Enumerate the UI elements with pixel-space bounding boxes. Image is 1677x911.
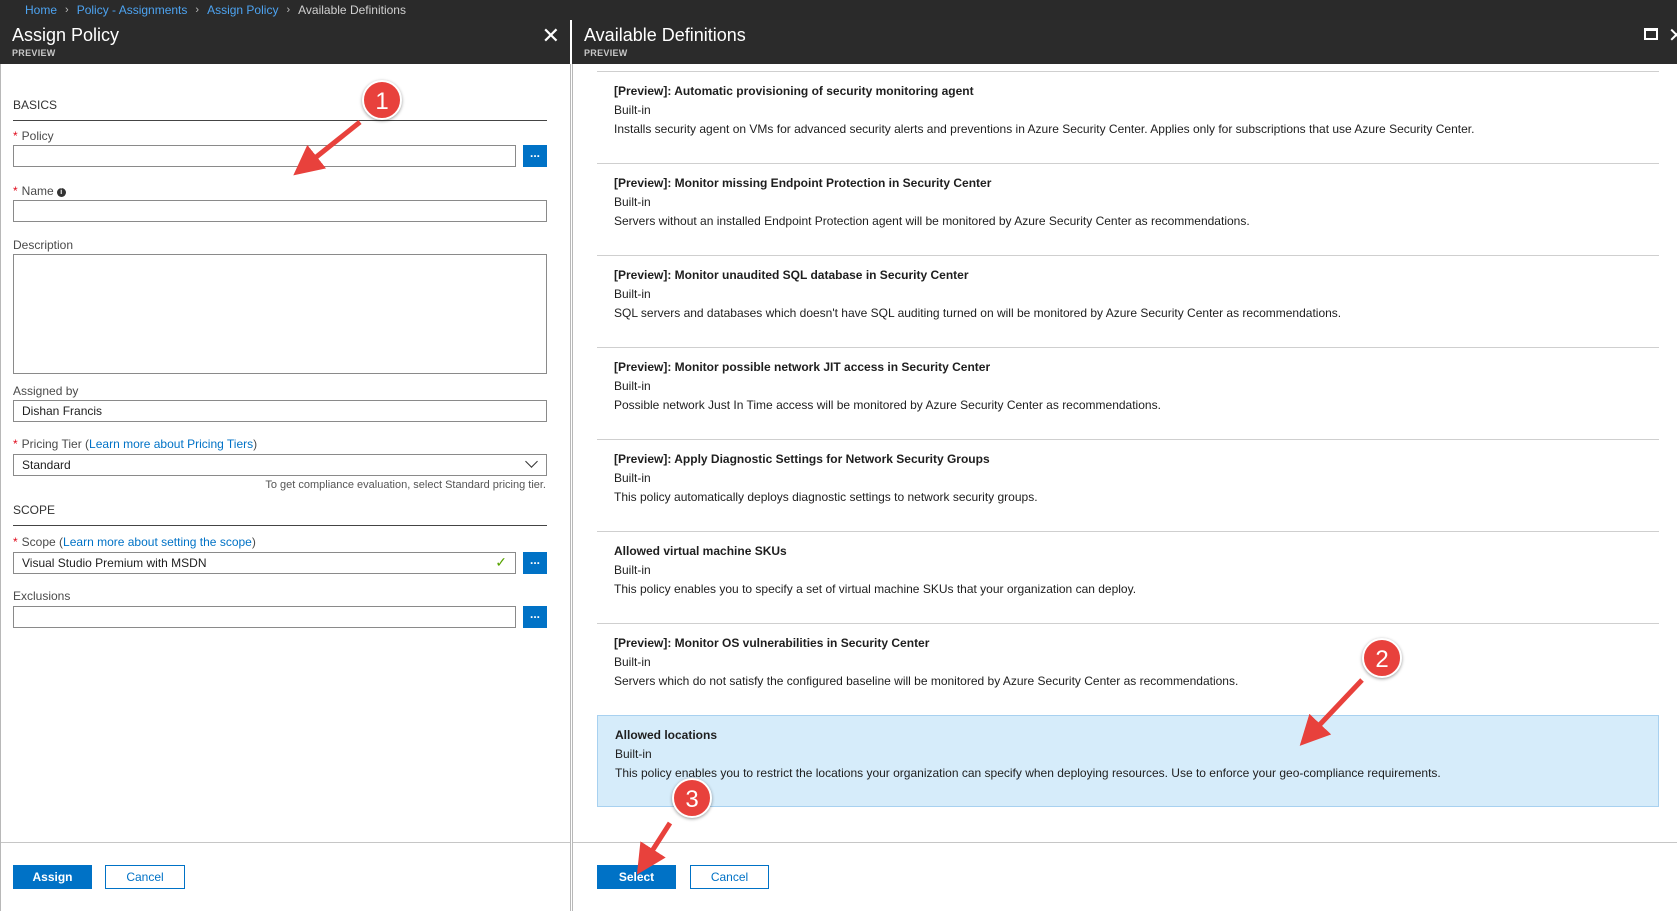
- select-button[interactable]: Select: [597, 865, 676, 889]
- pricing-tier-value: Standard: [22, 458, 71, 472]
- available-definitions-header: Available Definitions PREVIEW ✕: [572, 20, 1677, 64]
- assign-button[interactable]: Assign: [13, 865, 92, 889]
- scope-learn-more-link[interactable]: Learn more about setting the scope: [63, 535, 252, 549]
- scope-browse-button[interactable]: ...: [523, 552, 547, 574]
- exclusions-input[interactable]: [13, 606, 516, 628]
- definition-type: Built-in: [614, 195, 651, 209]
- exclusions-label: Exclusions: [13, 589, 71, 603]
- definition-type: Built-in: [614, 287, 651, 301]
- blade-title: Assign Policy: [12, 25, 120, 45]
- definition-description: This policy automatically deploys diagno…: [614, 490, 1038, 504]
- definition-description: Installs security agent on VMs for advan…: [614, 122, 1475, 136]
- name-label: * Name i: [13, 184, 66, 198]
- policy-input[interactable]: [13, 145, 516, 167]
- scope-value: Visual Studio Premium with MSDN: [22, 556, 207, 570]
- definition-list-item[interactable]: [Preview]: Monitor OS vulnerabilities in…: [597, 623, 1659, 715]
- exclusions-browse-button[interactable]: ...: [523, 606, 547, 628]
- checkmark-icon: ✓: [495, 554, 507, 570]
- required-marker: *: [13, 129, 18, 143]
- definition-type: Built-in: [614, 471, 651, 485]
- scope-input[interactable]: Visual Studio Premium with MSDN ✓: [13, 552, 516, 574]
- azure-portal-screen: Home › Policy - Assignments › Assign Pol…: [0, 0, 1677, 911]
- definition-type: Built-in: [614, 379, 651, 393]
- annotation-badge-2: 2: [1362, 638, 1402, 678]
- definition-title: Allowed virtual machine SKUs: [614, 544, 787, 558]
- breadcrumb-policy-assignments[interactable]: Policy - Assignments: [77, 3, 188, 17]
- definition-list-item[interactable]: [Preview]: Monitor unaudited SQL databas…: [597, 255, 1659, 347]
- chevron-down-icon: [525, 455, 538, 468]
- name-input[interactable]: [13, 200, 547, 222]
- definition-title: [Preview]: Monitor possible network JIT …: [614, 360, 991, 374]
- assign-policy-header: Assign Policy PREVIEW ✕: [0, 20, 570, 64]
- definition-list-item[interactable]: [Preview]: Apply Diagnostic Settings for…: [597, 439, 1659, 531]
- scope-heading: SCOPE: [13, 503, 56, 517]
- definition-title: [Preview]: Monitor OS vulnerabilities in…: [614, 636, 930, 650]
- section-divider: [13, 120, 547, 121]
- definition-list-item[interactable]: Allowed locations Built-in This policy ena…: [597, 715, 1659, 807]
- definition-type: Built-in: [614, 563, 651, 577]
- chevron-right-icon: ›: [195, 4, 200, 16]
- chevron-right-icon: ›: [286, 4, 291, 16]
- definitions-list: [Preview]: Automatic provisioning of sec…: [597, 71, 1659, 807]
- definition-list-item[interactable]: Allowed virtual machine SKUs Built-in This…: [597, 531, 1659, 623]
- assigned-by-label: Assigned by: [13, 384, 79, 398]
- pricing-tier-learn-more-link[interactable]: Learn more about Pricing Tiers: [89, 437, 253, 451]
- definition-list-item[interactable]: [Preview]: Monitor possible network JIT …: [597, 347, 1659, 439]
- annotation-badge-1: 1: [362, 80, 402, 120]
- chevron-right-icon: ›: [65, 4, 69, 16]
- section-divider: [13, 525, 547, 526]
- breadcrumb-assign-policy[interactable]: Assign Policy: [207, 3, 278, 17]
- definition-title: [Preview]: Monitor unaudited SQL databas…: [614, 268, 969, 282]
- description-label: Description: [13, 238, 74, 252]
- scope-label: * Scope (Learn more about setting the sco…: [13, 535, 256, 549]
- definition-list-item[interactable]: [Preview]: Automatic provisioning of sec…: [597, 71, 1659, 163]
- description-textarea[interactable]: [13, 254, 547, 374]
- assign-policy-blade: BASICS * Policy ... * Name i Description As…: [0, 64, 571, 911]
- definition-description: This policy enables you to specify a set…: [614, 582, 1137, 596]
- breadcrumb-current: Available Definitions: [298, 3, 406, 17]
- pricing-tier-dropdown[interactable]: Standard: [13, 454, 547, 476]
- close-icon[interactable]: ✕: [542, 24, 560, 48]
- blade-title: Available Definitions: [584, 25, 746, 45]
- definition-title: Allowed locations: [615, 728, 718, 742]
- pricing-tier-label: * Pricing Tier (Learn more about Pricing …: [13, 437, 258, 451]
- policy-browse-button[interactable]: ...: [523, 145, 547, 167]
- annotation-badge-3: 3: [672, 778, 712, 818]
- required-marker: *: [13, 535, 18, 549]
- required-marker: *: [13, 184, 18, 198]
- blade-subtitle: PREVIEW: [12, 48, 56, 58]
- footer-divider: [573, 842, 1677, 843]
- definition-type: Built-in: [614, 655, 651, 669]
- definition-title: [Preview]: Monitor missing Endpoint Prot…: [614, 176, 992, 190]
- definition-description: Servers without an installed Endpoint Pr…: [614, 214, 1250, 228]
- definition-description: Possible network Just In Time access wil…: [614, 398, 1161, 412]
- definition-description: This policy enables you to restrict the …: [615, 766, 1441, 780]
- definition-type: Built-in: [614, 103, 651, 117]
- breadcrumb-home[interactable]: Home: [25, 3, 57, 17]
- breadcrumb: Home › Policy - Assignments › Assign Pol…: [0, 0, 1677, 20]
- available-definitions-blade: [Preview]: Automatic provisioning of sec…: [572, 64, 1677, 911]
- cancel-button[interactable]: Cancel: [690, 865, 769, 889]
- cancel-button[interactable]: Cancel: [105, 865, 185, 889]
- policy-label: * Policy: [13, 129, 54, 143]
- pricing-tier-hint: To get compliance evaluation, select Sta…: [265, 479, 546, 491]
- definition-title: [Preview]: Automatic provisioning of sec…: [614, 84, 974, 98]
- maximize-icon[interactable]: [1644, 28, 1658, 40]
- definition-title: [Preview]: Apply Diagnostic Settings for…: [614, 452, 990, 466]
- definition-list-item[interactable]: [Preview]: Monitor missing Endpoint Prot…: [597, 163, 1659, 255]
- blade-subtitle: PREVIEW: [584, 48, 628, 58]
- basics-heading: BASICS: [13, 98, 58, 112]
- close-icon[interactable]: ✕: [1668, 24, 1677, 48]
- definition-description: SQL servers and databases which doesn't …: [614, 306, 1342, 320]
- assigned-by-input[interactable]: [13, 400, 547, 422]
- info-icon[interactable]: i: [56, 188, 66, 197]
- required-marker: *: [13, 437, 18, 451]
- footer-divider: [1, 842, 570, 843]
- definition-type: Built-in: [615, 747, 652, 761]
- definition-description: Servers which do not satisfy the configu…: [614, 674, 1239, 688]
